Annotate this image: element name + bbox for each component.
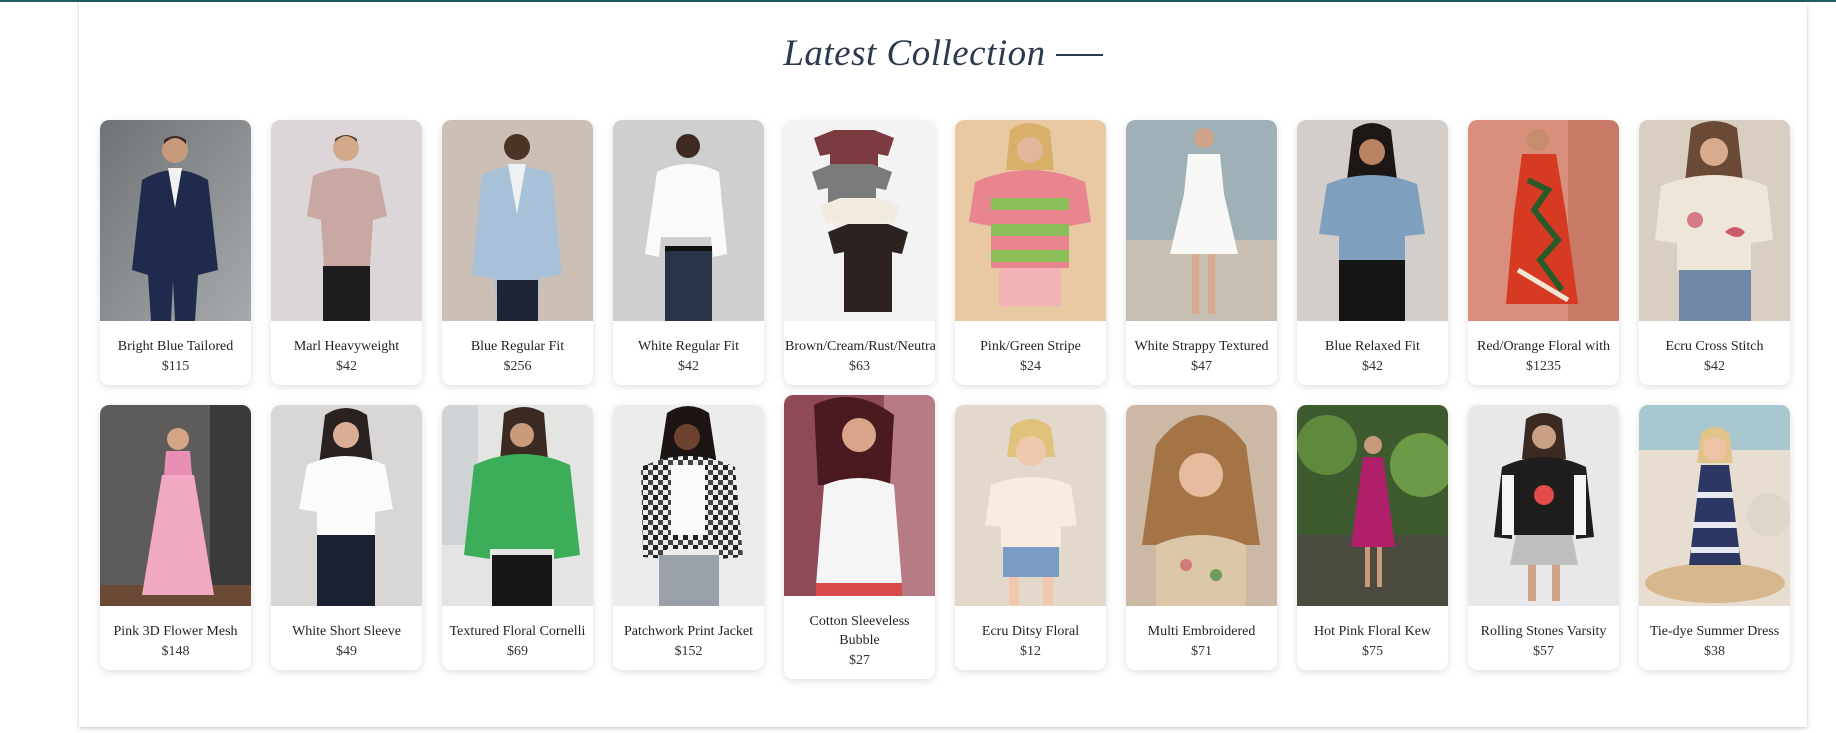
product-price: $38 — [1704, 644, 1725, 659]
product-image[interactable] — [955, 120, 1106, 321]
product-price: $115 — [161, 359, 190, 374]
product-price: $63 — [849, 359, 870, 374]
section-heading: Latest Collection — [79, 32, 1807, 75]
product-name[interactable]: Textured Floral Cornelli — [442, 622, 593, 641]
product-image[interactable] — [1468, 120, 1619, 321]
product-card[interactable]: Rolling Stones Varsity $57 — [1468, 405, 1619, 670]
product-card[interactable]: Red/Orange Floral with $1235 — [1468, 120, 1619, 385]
product-image[interactable] — [442, 120, 593, 321]
product-card[interactable]: Bright Blue Tailored $115 — [100, 120, 251, 385]
product-card[interactable]: Blue Relaxed Fit $42 — [1297, 120, 1448, 385]
product-card[interactable]: Textured Floral Cornelli $69 — [442, 405, 593, 670]
latest-collection-section: Latest Collection Bright Blue Tailored $… — [79, 2, 1807, 727]
product-name[interactable]: Ecru Ditsy Floral — [955, 622, 1106, 641]
product-card[interactable]: White Strappy Textured $47 — [1126, 120, 1277, 385]
product-card[interactable]: Blue Regular Fit $256 — [442, 120, 593, 385]
product-card[interactable]: Ecru Cross Stitch $42 — [1639, 120, 1790, 385]
product-name[interactable]: White Short Sleeve — [271, 622, 422, 641]
product-card[interactable]: Patchwork Print Jacket $152 — [613, 405, 764, 670]
product-price: $152 — [674, 644, 703, 659]
product-row-2: Pink 3D Flower Mesh $148 White Short Sle… — [100, 395, 1790, 679]
section-title: Latest Collection — [783, 33, 1046, 74]
product-name[interactable]: Cotton Sleeveless Bubble — [784, 612, 935, 650]
product-name[interactable]: Ecru Cross Stitch — [1639, 337, 1790, 356]
product-price: $75 — [1362, 644, 1383, 659]
product-image[interactable] — [1639, 405, 1790, 606]
product-price: $24 — [1020, 359, 1041, 374]
product-name[interactable]: Red/Orange Floral with — [1468, 337, 1619, 356]
product-image[interactable] — [271, 120, 422, 321]
product-price: $69 — [507, 644, 528, 659]
product-card[interactable]: Tie-dye Summer Dress $38 — [1639, 405, 1790, 670]
product-name[interactable]: Pink 3D Flower Mesh — [100, 622, 251, 641]
product-price: $42 — [1704, 359, 1725, 374]
product-card[interactable]: Pink/Green Stripe $24 — [955, 120, 1106, 385]
product-image[interactable] — [613, 405, 764, 606]
product-image[interactable] — [442, 405, 593, 606]
product-price: $256 — [503, 359, 532, 374]
product-name[interactable]: Blue Relaxed Fit — [1297, 337, 1448, 356]
product-image[interactable] — [1639, 120, 1790, 321]
product-row-1: Bright Blue Tailored $115 Marl Heavyweig… — [100, 120, 1790, 385]
product-card[interactable]: Cotton Sleeveless Bubble $27 — [784, 395, 935, 679]
product-card[interactable]: Marl Heavyweight $42 — [271, 120, 422, 385]
product-card[interactable]: Ecru Ditsy Floral $12 — [955, 405, 1106, 670]
product-card[interactable]: Multi Embroidered $71 — [1126, 405, 1277, 670]
product-image[interactable] — [100, 120, 251, 321]
product-name[interactable]: White Regular Fit — [613, 337, 764, 356]
product-image[interactable] — [1297, 120, 1448, 321]
product-price: $57 — [1533, 644, 1554, 659]
product-image[interactable] — [784, 395, 935, 596]
product-card[interactable]: Pink 3D Flower Mesh $148 — [100, 405, 251, 670]
product-name[interactable]: Brown/Cream/Rust/Neutral — [784, 337, 935, 356]
product-price: $42 — [336, 359, 357, 374]
product-image[interactable] — [1297, 405, 1448, 606]
product-image[interactable] — [1126, 405, 1277, 606]
product-image[interactable] — [271, 405, 422, 606]
product-name[interactable]: Pink/Green Stripe — [955, 337, 1106, 356]
product-name[interactable]: Tie-dye Summer Dress — [1639, 622, 1790, 641]
product-card[interactable]: Hot Pink Floral Kew $75 — [1297, 405, 1448, 670]
product-price: $42 — [678, 359, 699, 374]
product-image[interactable] — [613, 120, 764, 321]
product-name[interactable]: Rolling Stones Varsity — [1468, 622, 1619, 641]
product-name[interactable]: Marl Heavyweight — [271, 337, 422, 356]
product-price: $49 — [336, 644, 357, 659]
product-card[interactable]: White Short Sleeve $49 — [271, 405, 422, 670]
product-image[interactable] — [1126, 120, 1277, 321]
product-price: $27 — [849, 653, 870, 668]
product-name[interactable]: White Strappy Textured — [1126, 337, 1277, 356]
product-price: $42 — [1362, 359, 1383, 374]
product-price: $148 — [161, 644, 190, 659]
product-image[interactable] — [955, 405, 1106, 606]
product-name[interactable]: Hot Pink Floral Kew — [1297, 622, 1448, 641]
product-price: $12 — [1020, 644, 1041, 659]
product-name[interactable]: Patchwork Print Jacket — [613, 622, 764, 641]
product-card[interactable]: White Regular Fit $42 — [613, 120, 764, 385]
product-price: $47 — [1191, 359, 1212, 374]
product-image[interactable] — [100, 405, 251, 606]
product-price: $71 — [1191, 644, 1212, 659]
product-name[interactable]: Bright Blue Tailored — [100, 337, 251, 356]
heading-underline — [1055, 53, 1103, 56]
product-card[interactable]: Brown/Cream/Rust/Neutral $63 — [784, 120, 935, 385]
product-image[interactable] — [1468, 405, 1619, 606]
product-name[interactable]: Multi Embroidered — [1126, 622, 1277, 641]
product-price: $1235 — [1526, 359, 1561, 374]
product-name[interactable]: Blue Regular Fit — [442, 337, 593, 356]
product-image[interactable] — [784, 120, 935, 321]
